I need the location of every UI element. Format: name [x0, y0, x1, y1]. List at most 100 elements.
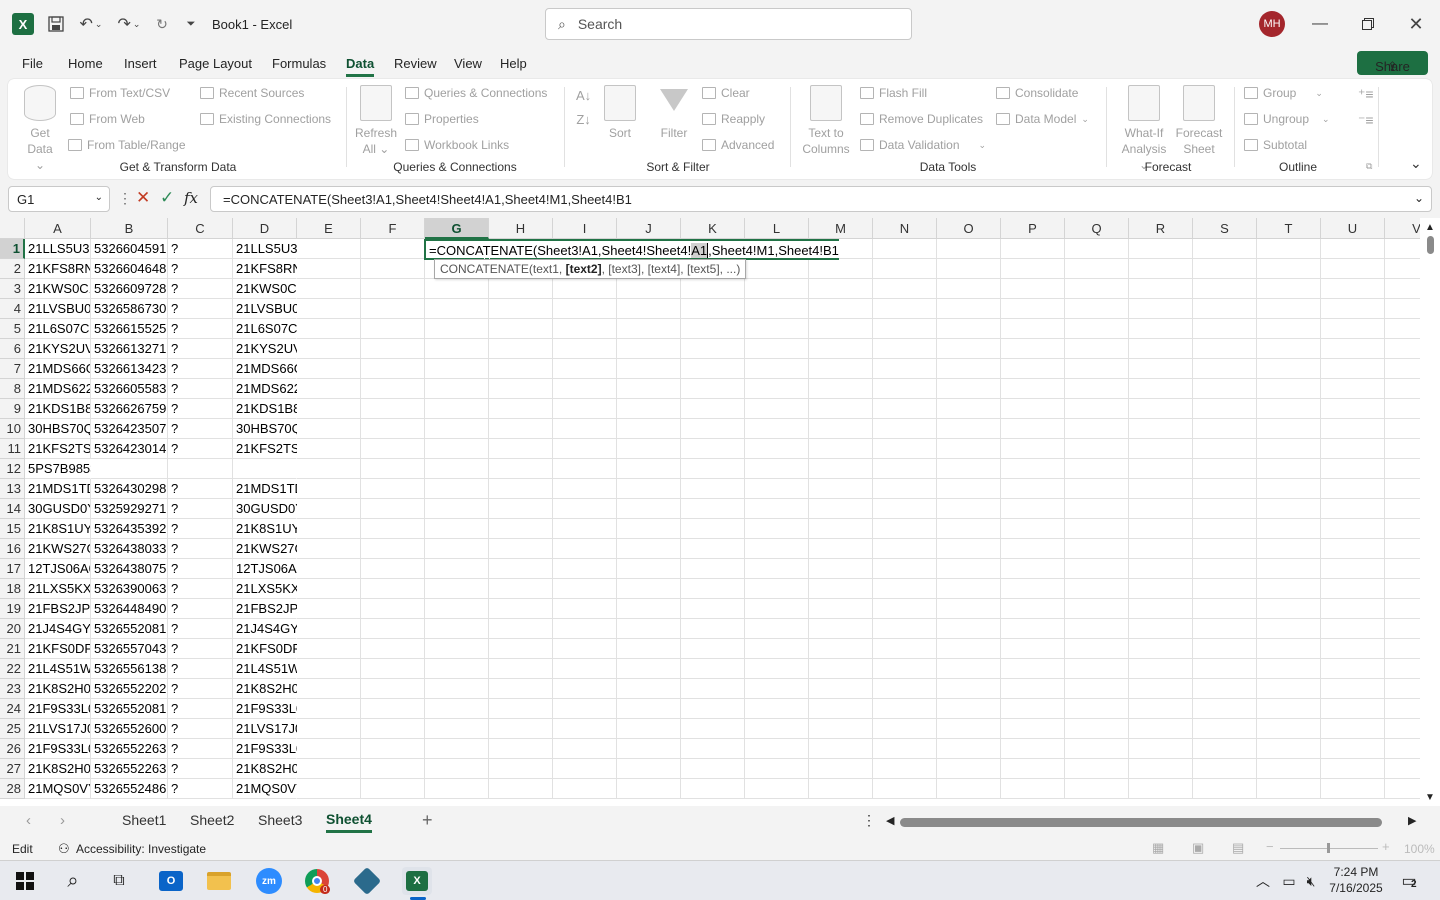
grid-cell[interactable]	[553, 779, 617, 799]
row-header[interactable]: 28	[0, 779, 25, 799]
grid-cell[interactable]	[809, 259, 873, 279]
grid-cell[interactable]: 21KDS1B81P?5326626759	[233, 399, 396, 419]
grid-cell[interactable]	[681, 479, 745, 499]
grid-cell[interactable]: 21LVSBU009?5326586730	[233, 299, 393, 319]
grid-cell[interactable]	[809, 619, 873, 639]
column-header-a[interactable]: A	[25, 218, 91, 239]
grid-cell[interactable]: 5326605583	[91, 379, 168, 399]
grid-cell[interactable]	[1385, 679, 1420, 699]
excel-taskbar-icon[interactable]: X	[402, 867, 432, 895]
normal-view-icon[interactable]: ▦	[1152, 840, 1164, 856]
grid-cell[interactable]	[1065, 499, 1129, 519]
grid-cell[interactable]	[361, 359, 425, 379]
grid-cell[interactable]: ?	[168, 579, 233, 599]
grid-cell[interactable]	[1129, 559, 1193, 579]
grid-cell[interactable]: 21K8S2H00C?5326552263	[233, 759, 395, 779]
grid-cell[interactable]	[1193, 419, 1257, 439]
grid-cell[interactable]	[1065, 419, 1129, 439]
grid-cell[interactable]	[681, 719, 745, 739]
grid-cell[interactable]	[1193, 779, 1257, 799]
grid-cell[interactable]	[1193, 279, 1257, 299]
grid-cell[interactable]	[361, 459, 425, 479]
grid-cell[interactable]: 21KWS0C10K	[25, 279, 91, 299]
grid-cell[interactable]	[489, 559, 553, 579]
grid-cell[interactable]	[1129, 239, 1193, 259]
grid-cell[interactable]	[425, 379, 489, 399]
grid-cell[interactable]: 21KWS27G05	[25, 539, 91, 559]
grid-cell[interactable]	[1321, 439, 1385, 459]
sheet-tab-sheet3[interactable]: Sheet3	[258, 812, 302, 828]
grid-cell[interactable]: 21KYS2UV01?5326613271	[233, 339, 396, 359]
grid-cell[interactable]	[873, 319, 937, 339]
grid-cell[interactable]	[425, 559, 489, 579]
worksheet-grid[interactable]: ABCDEFGHIJKLMNOPQRSTUV 121LLS5U3195326604…	[0, 218, 1420, 806]
grid-cell[interactable]	[1129, 359, 1193, 379]
grid-cell[interactable]	[1065, 239, 1129, 259]
show-detail-icon[interactable]: ⁺≡	[1358, 86, 1374, 103]
grid-cell[interactable]: 21J4S4GY0D	[25, 619, 91, 639]
search-box[interactable]: ⌕ Search	[545, 8, 912, 40]
grid-cell[interactable]	[1001, 379, 1065, 399]
grid-cell[interactable]	[617, 619, 681, 639]
grid-cell[interactable]	[809, 479, 873, 499]
grid-cell[interactable]: 5326552486	[91, 779, 168, 799]
grid-cell[interactable]	[809, 379, 873, 399]
grid-cell[interactable]	[937, 239, 1001, 259]
grid-cell[interactable]: ?	[168, 339, 233, 359]
grid-cell[interactable]: ?	[168, 539, 233, 559]
grid-cell[interactable]	[425, 459, 489, 479]
grid-cell[interactable]	[937, 319, 1001, 339]
grid-cell[interactable]	[681, 679, 745, 699]
column-header-k[interactable]: K	[681, 218, 745, 239]
grid-cell[interactable]	[425, 779, 489, 799]
row-header[interactable]: 24	[0, 699, 25, 719]
tab-split-icon[interactable]: ⋮	[862, 812, 876, 829]
grid-cell[interactable]	[681, 519, 745, 539]
grid-cell[interactable]	[1129, 519, 1193, 539]
grid-cell[interactable]	[361, 399, 425, 419]
grid-cell[interactable]: 21LVS17J05?5326552600	[233, 719, 389, 739]
grid-cell[interactable]	[489, 459, 553, 479]
grid-cell[interactable]: 5326552081	[91, 699, 168, 719]
tab-help[interactable]: Help	[500, 56, 527, 71]
grid-cell[interactable]: 21F9S33L0D?5326552263	[233, 739, 392, 759]
grid-cell[interactable]	[1129, 579, 1193, 599]
grid-cell[interactable]	[1257, 579, 1321, 599]
grid-cell[interactable]: 5326556138	[91, 659, 168, 679]
grid-cell[interactable]	[489, 439, 553, 459]
grid-cell[interactable]	[1385, 639, 1420, 659]
grid-cell[interactable]	[425, 479, 489, 499]
grid-cell[interactable]	[425, 299, 489, 319]
grid-cell[interactable]: 21KFS8RN0N	[25, 259, 91, 279]
grid-cell[interactable]	[809, 659, 873, 679]
grid-cell[interactable]	[553, 399, 617, 419]
grid-cell[interactable]	[1193, 619, 1257, 639]
grid-cell[interactable]: 30HBS70Q00	[25, 419, 91, 439]
grid-cell[interactable]: 21MDS1TD00	[25, 479, 91, 499]
minimize-icon[interactable]: —	[1300, 8, 1340, 40]
column-header-v[interactable]: V	[1385, 218, 1420, 239]
grid-cell[interactable]	[1257, 659, 1321, 679]
grid-cell[interactable]	[745, 379, 809, 399]
grid-cell[interactable]	[361, 559, 425, 579]
grid-cell[interactable]	[1257, 519, 1321, 539]
grid-cell[interactable]: ?	[168, 619, 233, 639]
grid-cell[interactable]	[489, 339, 553, 359]
grid-cell[interactable]	[809, 419, 873, 439]
grid-cell[interactable]	[361, 519, 425, 539]
grid-cell[interactable]	[553, 739, 617, 759]
sheet-tab-sheet1[interactable]: Sheet1	[122, 812, 166, 828]
grid-cell[interactable]	[361, 299, 425, 319]
grid-cell[interactable]	[873, 399, 937, 419]
grid-cell[interactable]	[1385, 319, 1420, 339]
ungroup-button[interactable]: Ungroup ⌄	[1244, 112, 1330, 126]
grid-cell[interactable]	[1193, 459, 1257, 479]
grid-cell[interactable]: 21KYS2UV01	[25, 339, 91, 359]
grid-cell[interactable]	[1065, 339, 1129, 359]
advanced-button[interactable]: Advanced	[702, 138, 774, 152]
grid-cell[interactable]	[361, 239, 425, 259]
grid-cell[interactable]	[745, 519, 809, 539]
grid-cell[interactable]	[745, 339, 809, 359]
grid-cell[interactable]: ?	[168, 279, 233, 299]
grid-cell[interactable]	[1321, 299, 1385, 319]
